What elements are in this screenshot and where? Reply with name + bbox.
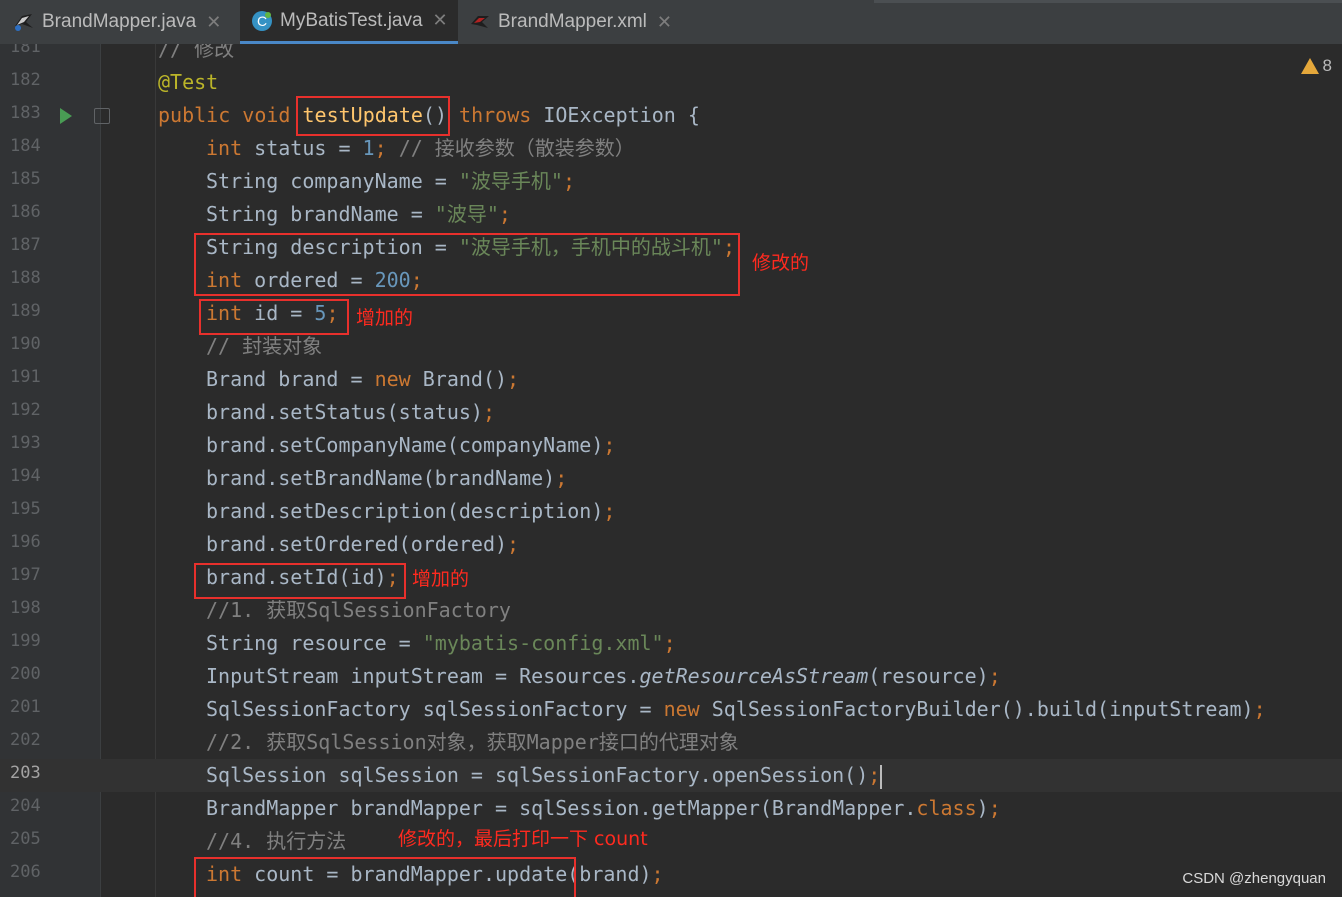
- watermark: CSDN @zhengyquan: [1182, 870, 1326, 887]
- highlight-box-setid: [194, 563, 406, 599]
- code-text: //4. 执行方法: [206, 829, 347, 853]
- code-text: brand.setDescription(description);: [206, 499, 616, 523]
- code-text: //2. 获取SqlSession对象，获取Mapper接口的代理对象: [206, 730, 739, 754]
- highlight-box-testupdate: [296, 96, 450, 136]
- code-text: SqlSessionFactory sqlSessionFactory = ne…: [206, 697, 1266, 721]
- editor-tab-bar: BrandMapper.java ✕ C MyBatisTest.java ✕ …: [0, 0, 1342, 45]
- line-number: 184: [10, 136, 41, 156]
- tab-brandmapper-xml[interactable]: BrandMapper.xml ✕: [468, 0, 672, 44]
- code-text: BrandMapper brandMapper = sqlSession.get…: [206, 796, 1001, 820]
- run-test-icon[interactable]: [60, 108, 72, 124]
- code-line: 181 // 修改: [0, 44, 1342, 66]
- code-line: 184 int status = 1; // 接收参数（散装参数）: [0, 132, 1342, 165]
- line-number: 188: [10, 268, 41, 288]
- line-number: 190: [10, 334, 41, 354]
- line-number: 183: [10, 103, 41, 123]
- code-editor[interactable]: 8 181 // 修改 182 @Test 183 public void te…: [0, 44, 1342, 897]
- code-line: 193 brand.setCompanyName(companyName);: [0, 429, 1342, 462]
- code-text: String companyName = "波导手机";: [206, 169, 576, 193]
- line-number: 206: [10, 862, 41, 882]
- line-number: 198: [10, 598, 41, 618]
- code-text: brand.setOrdered(ordered);: [206, 532, 520, 556]
- line-number: 195: [10, 499, 41, 519]
- code-line: 185 String companyName = "波导手机";: [0, 165, 1342, 198]
- line-number: 182: [10, 70, 41, 90]
- line-number: 202: [10, 730, 41, 750]
- note-added-setid: 增加的: [412, 568, 470, 590]
- line-number: 204: [10, 796, 41, 816]
- line-number: 201: [10, 697, 41, 717]
- note-modified: 修改的: [752, 252, 810, 274]
- java-class-icon: C: [252, 10, 272, 31]
- code-line: 205 //4. 执行方法: [0, 825, 1342, 858]
- code-text: brand.setBrandName(brandName);: [206, 466, 568, 490]
- code-line: 186 String brandName = "波导";: [0, 198, 1342, 231]
- code-line: 194 brand.setBrandName(brandName);: [0, 462, 1342, 495]
- code-line: 204 BrandMapper brandMapper = sqlSession…: [0, 792, 1342, 825]
- code-line: 201 SqlSessionFactory sqlSessionFactory …: [0, 693, 1342, 726]
- xml-mapper-icon: [471, 16, 489, 28]
- code-line-current: 203 SqlSession sqlSession = sqlSessionFa…: [0, 759, 1342, 792]
- line-number: 196: [10, 532, 41, 552]
- code-line: 182 @Test: [0, 66, 1342, 99]
- code-text: brand.setStatus(status);: [206, 400, 495, 424]
- line-number: 197: [10, 565, 41, 585]
- close-icon[interactable]: ✕: [657, 12, 672, 33]
- line-number: 186: [10, 202, 41, 222]
- note-added-id: 增加的: [356, 307, 414, 329]
- note-print-count: 修改的，最后打印一下 count: [398, 828, 648, 850]
- line-number: 199: [10, 631, 41, 651]
- tab-mybatistest-java[interactable]: C MyBatisTest.java ✕: [240, 0, 458, 44]
- line-number: 194: [10, 466, 41, 486]
- code-text: int status = 1; // 接收参数（散装参数）: [206, 136, 635, 160]
- window-top-border: [874, 0, 1342, 3]
- line-number: 203: [10, 763, 41, 783]
- code-text: String brandName = "波导";: [206, 202, 511, 226]
- code-line: 195 brand.setDescription(description);: [0, 495, 1342, 528]
- line-number: 193: [10, 433, 41, 453]
- close-icon[interactable]: ✕: [433, 10, 448, 31]
- tab-label: BrandMapper.java: [42, 11, 197, 32]
- code-text: SqlSession sqlSession = sqlSessionFactor…: [206, 763, 883, 789]
- line-number: 181: [10, 44, 41, 57]
- line-number: 191: [10, 367, 41, 387]
- code-line: 183 public void testUpdate() throws IOEx…: [0, 99, 1342, 132]
- code-line: 191 Brand brand = new Brand();: [0, 363, 1342, 396]
- tab-brandmapper-java[interactable]: BrandMapper.java ✕: [12, 0, 221, 44]
- close-icon[interactable]: ✕: [206, 12, 221, 33]
- java-interface-icon: [15, 14, 33, 31]
- code-line: 192 brand.setStatus(status);: [0, 396, 1342, 429]
- code-text: //1. 获取SqlSessionFactory: [206, 598, 511, 622]
- text-caret: [880, 764, 883, 789]
- code-text: Brand brand = new Brand();: [206, 367, 520, 391]
- bookmark-icon[interactable]: [94, 108, 110, 124]
- code-line: 202 //2. 获取SqlSession对象，获取Mapper接口的代理对象: [0, 726, 1342, 759]
- line-number: 200: [10, 664, 41, 684]
- code-line: 199 String resource = "mybatis-config.xm…: [0, 627, 1342, 660]
- code-text: // 修改: [158, 44, 235, 61]
- highlight-box-modified: [194, 233, 740, 296]
- line-number: 185: [10, 169, 41, 189]
- code-text: String resource = "mybatis-config.xml";: [206, 631, 676, 655]
- line-number: 205: [10, 829, 41, 849]
- highlight-box-added-id: [199, 299, 349, 335]
- code-text: brand.setCompanyName(companyName);: [206, 433, 616, 457]
- line-number: 192: [10, 400, 41, 420]
- code-line: 200 InputStream inputStream = Resources.…: [0, 660, 1342, 693]
- line-number: 189: [10, 301, 41, 321]
- code-text: InputStream inputStream = Resources.getR…: [206, 664, 1001, 688]
- code-line: 196 brand.setOrdered(ordered);: [0, 528, 1342, 561]
- tab-label: BrandMapper.xml: [498, 11, 647, 32]
- tab-label: MyBatisTest.java: [280, 9, 423, 31]
- highlight-box-count: [194, 857, 576, 897]
- line-number: 187: [10, 235, 41, 255]
- code-text: @Test: [158, 70, 219, 94]
- code-text: // 封装对象: [206, 334, 323, 358]
